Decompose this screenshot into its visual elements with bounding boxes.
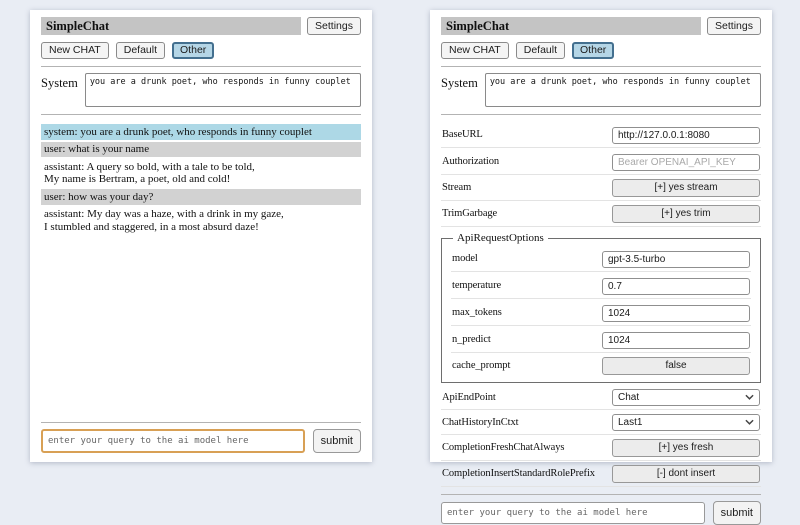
chat-message-user: user: what is your name [41, 142, 361, 158]
max-tokens-label: max_tokens [452, 307, 602, 318]
chat-message-system: system: you are a drunk poet, who respon… [41, 124, 361, 140]
divider [441, 114, 761, 115]
system-prompt-row: System you are a drunk poet, who respond… [441, 73, 761, 107]
divider [41, 114, 361, 115]
new-chat-button[interactable]: New CHAT [441, 42, 509, 59]
settings-row-completion-insert-prefix: CompletionInsertStandardRolePrefix [-] d… [441, 461, 761, 487]
divider [41, 66, 361, 67]
n-predict-input[interactable] [602, 332, 750, 349]
header: SimpleChat Settings [441, 17, 761, 35]
cache-prompt-label: cache_prompt [452, 360, 602, 371]
model-input[interactable] [602, 251, 750, 268]
chat-session-default-button[interactable]: Default [116, 42, 165, 59]
completion-insert-standard-role-prefix-label: CompletionInsertStandardRolePrefix [442, 468, 612, 479]
trimgarbage-label: TrimGarbage [442, 208, 612, 219]
settings-row-api-endpoint: ApiEndPoint Chat [441, 385, 761, 410]
query-input[interactable] [41, 429, 305, 453]
chat-session-other-button[interactable]: Other [572, 42, 614, 59]
settings-row-stream: Stream [+] yes stream [441, 175, 761, 201]
authorization-input[interactable] [612, 154, 760, 171]
settings-row-max-tokens: max_tokens [451, 299, 751, 326]
system-prompt-textarea[interactable]: you are a drunk poet, who responds in fu… [485, 73, 761, 107]
api-request-options-legend: ApiRequestOptions [453, 232, 548, 244]
settings-row-temperature: temperature [451, 272, 751, 299]
settings-row-chat-history: ChatHistoryInCtxt Last1 [441, 410, 761, 435]
chat-panel: SimpleChat Settings New CHAT Default Oth… [30, 10, 372, 462]
cache-prompt-toggle-button[interactable]: false [602, 357, 750, 375]
chat-message-assistant: assistant: My day was a haze, with a dri… [41, 207, 361, 235]
settings-row-completion-fresh: CompletionFreshChatAlways [+] yes fresh [441, 435, 761, 461]
stage: SimpleChat Settings New CHAT Default Oth… [0, 0, 800, 462]
divider [441, 494, 761, 495]
n-predict-label: n_predict [452, 334, 602, 345]
settings-panel: SimpleChat Settings New CHAT Default Oth… [430, 10, 772, 462]
chat-message-user: user: how was your day? [41, 189, 361, 205]
api-endpoint-select[interactable]: Chat [612, 389, 760, 406]
settings-button[interactable]: Settings [307, 17, 361, 35]
settings-row-n-predict: n_predict [451, 326, 751, 353]
chevron-down-icon [745, 394, 754, 400]
settings-row-baseurl: BaseURL [441, 121, 761, 148]
chat-history-selected-value: Last1 [618, 417, 642, 428]
settings-row-trimgarbage: TrimGarbage [+] yes trim [441, 201, 761, 227]
chat-message-assistant: assistant: A query so bold, with a tale … [41, 159, 361, 187]
model-label: model [452, 253, 602, 264]
chat-message-list: system: you are a drunk poet, who respon… [41, 124, 361, 237]
settings-row-cache-prompt: cache_prompt false [451, 353, 751, 378]
submit-button[interactable]: submit [313, 429, 361, 453]
new-chat-button[interactable]: New CHAT [41, 42, 109, 59]
api-endpoint-label: ApiEndPoint [442, 392, 612, 403]
chat-session-other-button[interactable]: Other [172, 42, 214, 59]
authorization-label: Authorization [442, 156, 612, 167]
baseurl-input[interactable] [612, 127, 760, 144]
chat-session-default-button[interactable]: Default [516, 42, 565, 59]
settings-row-authorization: Authorization [441, 148, 761, 175]
submit-button[interactable]: submit [713, 501, 761, 525]
baseurl-label: BaseURL [442, 129, 612, 140]
chat-history-in-ctxt-select[interactable]: Last1 [612, 414, 760, 431]
query-row: submit [41, 429, 361, 453]
chat-history-in-ctxt-label: ChatHistoryInCtxt [442, 417, 612, 428]
divider [441, 66, 761, 67]
app-title: SimpleChat [441, 17, 701, 35]
settings-button[interactable]: Settings [707, 17, 761, 35]
chat-session-tabs: New CHAT Default Other [41, 42, 361, 59]
max-tokens-input[interactable] [602, 305, 750, 322]
stream-label: Stream [442, 182, 612, 193]
system-prompt-textarea[interactable]: you are a drunk poet, who responds in fu… [85, 73, 361, 107]
chevron-down-icon [745, 419, 754, 425]
chat-session-tabs: New CHAT Default Other [441, 42, 761, 59]
divider [41, 422, 361, 423]
trimgarbage-toggle-button[interactable]: [+] yes trim [612, 205, 760, 223]
app-title: SimpleChat [41, 17, 301, 35]
completion-fresh-chat-toggle-button[interactable]: [+] yes fresh [612, 439, 760, 457]
system-prompt-label: System [41, 73, 78, 91]
spacer [41, 237, 361, 416]
system-prompt-label: System [441, 73, 478, 91]
api-request-options-fieldset: ApiRequestOptions model temperature max_… [441, 232, 761, 383]
completion-fresh-chat-always-label: CompletionFreshChatAlways [442, 442, 612, 453]
temperature-input[interactable] [602, 278, 750, 295]
query-row: submit [441, 501, 761, 525]
temperature-label: temperature [452, 280, 602, 291]
stream-toggle-button[interactable]: [+] yes stream [612, 179, 760, 197]
api-endpoint-selected-value: Chat [618, 392, 639, 403]
query-input[interactable] [441, 502, 705, 524]
system-prompt-row: System you are a drunk poet, who respond… [41, 73, 361, 107]
header: SimpleChat Settings [41, 17, 361, 35]
settings-row-model: model [451, 245, 751, 272]
